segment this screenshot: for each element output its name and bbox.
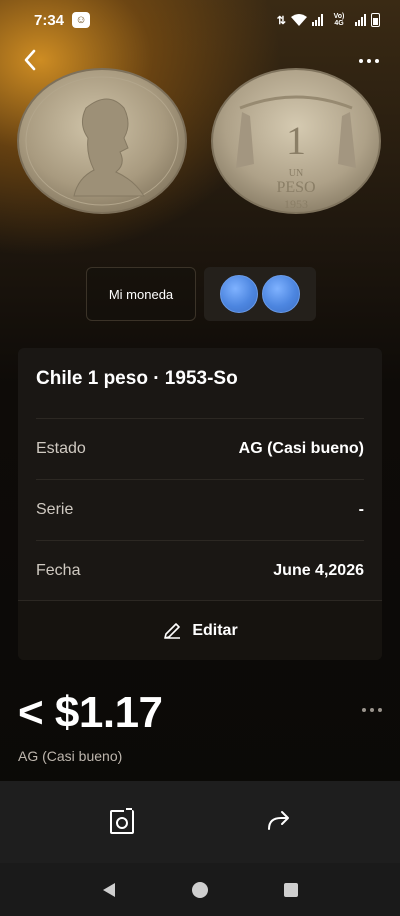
status-bar: 7:34 ☺ ⇅ Vo) 4G xyxy=(0,0,400,40)
more-dot xyxy=(367,59,371,63)
share-button[interactable] xyxy=(256,801,300,841)
detail-row-serie: Serie - xyxy=(36,479,364,539)
camera-frame-icon xyxy=(110,808,134,834)
more-dot xyxy=(375,59,379,63)
coin-reverse-image[interactable]: 1 UN PESO 1953 xyxy=(210,68,382,214)
reference-coin-obverse xyxy=(220,275,258,313)
detail-value: AG (Casi bueno) xyxy=(238,439,364,457)
system-home-button[interactable] xyxy=(188,878,212,902)
edit-button[interactable]: Editar xyxy=(18,600,382,660)
circle-home-icon xyxy=(192,882,208,898)
detail-value: - xyxy=(358,500,364,518)
svg-text:1953: 1953 xyxy=(284,197,308,211)
signal-icon-2 xyxy=(355,14,366,26)
coin-obverse-image[interactable] xyxy=(16,68,188,214)
share-arrow-icon xyxy=(268,811,289,830)
edit-label: Editar xyxy=(192,621,238,639)
more-horizontal-icon xyxy=(359,59,363,63)
signal-icon xyxy=(312,14,323,26)
more-dot xyxy=(378,708,382,712)
detail-row-estado: Estado AG (Casi bueno) xyxy=(36,418,364,478)
pencil-icon xyxy=(164,622,181,639)
coin-title: Chile 1 peso · 1953-So xyxy=(36,368,238,389)
my-coin-label: Mi moneda xyxy=(108,286,174,302)
reference-coin-reverse xyxy=(262,275,300,313)
status-time: 7:34 xyxy=(34,11,65,29)
network-type: Vo) 4G xyxy=(333,13,345,27)
more-horizontal-icon xyxy=(362,708,366,712)
detail-value: June 4,2026 xyxy=(273,561,364,579)
system-recents-button[interactable] xyxy=(279,878,303,902)
system-nav-bar xyxy=(0,863,400,916)
data-arrows-icon: ⇅ xyxy=(276,14,286,27)
svg-text:UN: UN xyxy=(289,168,303,179)
bottom-action-bar xyxy=(0,781,400,863)
price-more-button[interactable] xyxy=(362,708,382,712)
detail-label: Serie xyxy=(36,500,74,518)
notification-icon: ☺ xyxy=(72,12,91,28)
triangle-back-icon xyxy=(103,883,115,897)
detail-label: Estado xyxy=(36,439,86,457)
detail-row-fecha: Fecha June 4,2026 xyxy=(36,540,364,600)
battery-icon xyxy=(371,13,380,27)
svg-text:PESO: PESO xyxy=(276,179,315,196)
reference-coin-thumbnail[interactable] xyxy=(204,267,316,321)
my-coin-thumbnail[interactable]: Mi moneda xyxy=(86,267,196,321)
more-dot xyxy=(370,708,374,712)
square-recents-icon xyxy=(284,883,298,897)
camera-button[interactable] xyxy=(100,801,144,841)
wifi-icon xyxy=(291,14,307,26)
detail-label: Fecha xyxy=(36,561,81,579)
price-value: < $1.17 xyxy=(18,688,163,737)
status-icons: ⇅ Vo) 4G xyxy=(277,13,380,27)
price-condition: AG (Casi bueno) xyxy=(18,748,123,764)
system-back-button[interactable] xyxy=(97,878,121,902)
svg-text:1: 1 xyxy=(286,118,306,163)
coin-details-card: Chile 1 peso · 1953-So Estado AG (Casi b… xyxy=(18,348,382,660)
